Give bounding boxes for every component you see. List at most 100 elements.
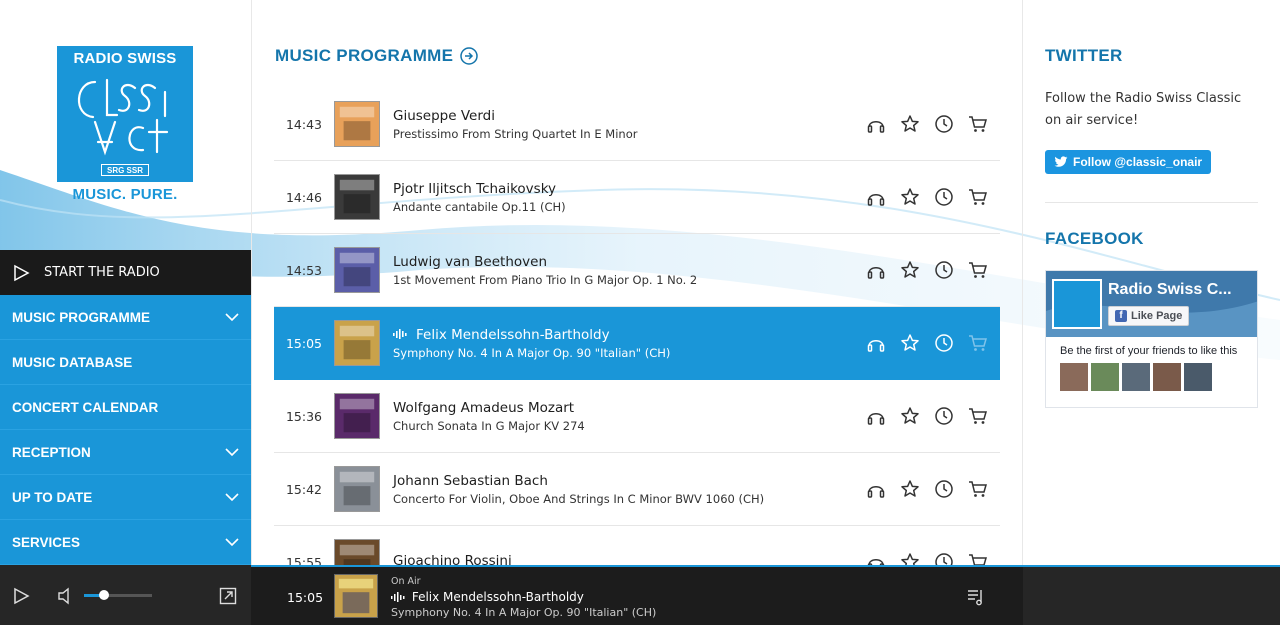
- track-row[interactable]: 14:46 Pjotr Iljitsch Tchaikovsky Andante…: [274, 161, 1000, 234]
- track-composer: Wolfgang Amadeus Mozart: [393, 400, 866, 416]
- track-info: Johann Sebastian Bach Concerto For Violi…: [393, 473, 866, 506]
- arrow-right-circle-icon: [460, 47, 479, 65]
- album-cover[interactable]: [334, 466, 380, 512]
- track-composer: Pjotr Iljitsch Tchaikovsky: [393, 181, 866, 197]
- nav-item-concert-calendar[interactable]: CONCERT CALENDAR: [0, 385, 251, 430]
- track-composer: Gioachino Rossini: [393, 553, 866, 566]
- album-cover[interactable]: [334, 101, 380, 147]
- headphones-icon[interactable]: [866, 552, 886, 565]
- track-composer-text: Wolfgang Amadeus Mozart: [393, 399, 575, 416]
- clock-icon[interactable]: [934, 479, 954, 499]
- cart-icon[interactable]: [968, 114, 988, 134]
- star-icon[interactable]: [900, 406, 920, 426]
- clock-icon[interactable]: [934, 260, 954, 280]
- play-icon[interactable]: [12, 587, 30, 605]
- clock-icon[interactable]: [934, 187, 954, 207]
- track-actions: [866, 406, 988, 426]
- headphones-icon[interactable]: [866, 406, 886, 426]
- main-nav: MUSIC PROGRAMME MUSIC DATABASE CONCERT C…: [0, 295, 251, 565]
- star-icon[interactable]: [900, 187, 920, 207]
- volume-slider-knob[interactable]: [99, 590, 110, 600]
- facebook-title: FACEBOOK: [1045, 229, 1144, 248]
- album-cover[interactable]: [334, 247, 380, 293]
- headphones-icon[interactable]: [866, 479, 886, 499]
- track-actions: [866, 552, 988, 565]
- track-row[interactable]: 15:05 Felix Mendelssohn-Bartholdy Sympho…: [274, 307, 1000, 380]
- popout-player-icon[interactable]: [219, 587, 237, 605]
- clock-icon[interactable]: [934, 114, 954, 134]
- clock-icon[interactable]: [934, 333, 954, 353]
- programme-title[interactable]: MUSIC PROGRAMME: [275, 46, 479, 66]
- cart-icon[interactable]: [968, 260, 988, 280]
- volume-slider[interactable]: [84, 590, 152, 600]
- facebook-page-avatar[interactable]: [1052, 279, 1102, 329]
- audio-player-bar: 15:05 On Air Felix Mendelssohn-Bartholdy…: [0, 565, 1280, 625]
- star-icon[interactable]: [900, 114, 920, 134]
- album-cover[interactable]: [334, 393, 380, 439]
- track-row[interactable]: 15:42 Johann Sebastian Bach Concerto For…: [274, 453, 1000, 526]
- facebook-f-icon: f: [1115, 310, 1127, 322]
- clock-icon[interactable]: [934, 552, 954, 565]
- facebook-face-avatar[interactable]: [1184, 363, 1212, 391]
- track-actions: [866, 114, 988, 134]
- chevron-down-icon: [225, 448, 239, 457]
- volume-icon[interactable]: [57, 587, 75, 605]
- track-row[interactable]: 15:55 Gioachino Rossini: [274, 526, 1000, 565]
- track-work: Andante cantabile Op.11 (CH): [393, 199, 566, 214]
- track-row[interactable]: 14:53 Ludwig van Beethoven 1st Movement …: [274, 234, 1000, 307]
- track-composer: Felix Mendelssohn-Bartholdy: [393, 327, 866, 343]
- player-controls: [0, 565, 251, 625]
- now-playing-time: 15:05: [287, 590, 324, 605]
- star-icon[interactable]: [900, 260, 920, 280]
- site-logo[interactable]: RADIO SWISS SRG SSR: [57, 46, 193, 182]
- headphones-icon[interactable]: [866, 114, 886, 134]
- headphones-icon[interactable]: [866, 187, 886, 207]
- star-icon[interactable]: [900, 479, 920, 499]
- track-time: 14:53: [285, 262, 323, 278]
- track-row[interactable]: 14:43 Giuseppe Verdi Prestissimo From St…: [274, 88, 1000, 161]
- start-radio-button[interactable]: START THE RADIO: [0, 250, 251, 295]
- equalizer-icon: [393, 328, 407, 339]
- track-composer-text: Felix Mendelssohn-Bartholdy: [416, 326, 610, 343]
- facebook-face-avatar[interactable]: [1060, 363, 1088, 391]
- headphones-icon[interactable]: [866, 333, 886, 353]
- facebook-face-avatar[interactable]: [1153, 363, 1181, 391]
- facebook-face-avatar[interactable]: [1122, 363, 1150, 391]
- cart-icon[interactable]: [968, 406, 988, 426]
- star-icon[interactable]: [900, 552, 920, 565]
- cart-icon[interactable]: [968, 333, 988, 353]
- track-composer-text: Ludwig van Beethoven: [393, 253, 548, 270]
- facebook-like-label: Like Page: [1131, 310, 1183, 322]
- playlist-icon[interactable]: [966, 587, 986, 607]
- album-cover[interactable]: [334, 320, 380, 366]
- cart-icon[interactable]: [968, 479, 988, 499]
- on-air-label: On Air: [391, 576, 421, 587]
- nav-item-up-to-date[interactable]: UP TO DATE: [0, 475, 251, 520]
- chevron-down-icon: [225, 538, 239, 547]
- nav-item-music-programme[interactable]: MUSIC PROGRAMME: [0, 295, 251, 340]
- facebook-like-button[interactable]: f Like Page: [1108, 306, 1190, 326]
- album-cover[interactable]: [334, 174, 380, 220]
- track-work: 1st Movement From Piano Trio In G Major …: [393, 272, 698, 287]
- nav-item-reception[interactable]: RECEPTION: [0, 430, 251, 475]
- nav-item-services[interactable]: SERVICES: [0, 520, 251, 565]
- cart-icon[interactable]: [968, 552, 988, 565]
- nav-item-music-database[interactable]: MUSIC DATABASE: [0, 340, 251, 385]
- twitter-follow-button[interactable]: Follow @classic_onair: [1045, 150, 1212, 174]
- left-sidebar: RADIO SWISS SRG SSR MUSIC. PURE. START T…: [0, 0, 251, 565]
- facebook-page-name[interactable]: Radio Swiss C...: [1108, 281, 1232, 299]
- headphones-icon[interactable]: [866, 260, 886, 280]
- track-row[interactable]: 15:36 Wolfgang Amadeus Mozart Church Son…: [274, 380, 1000, 453]
- track-list: 14:43 Giuseppe Verdi Prestissimo From St…: [274, 88, 1000, 565]
- clock-icon[interactable]: [934, 406, 954, 426]
- facebook-header[interactable]: Radio Swiss C... f Like Page: [1046, 271, 1257, 337]
- play-icon: [14, 264, 30, 281]
- album-cover[interactable]: [334, 539, 380, 565]
- cart-icon[interactable]: [968, 187, 988, 207]
- chevron-down-icon: [225, 313, 239, 322]
- nav-item-label: MUSIC PROGRAMME: [12, 309, 150, 325]
- facebook-face-avatar[interactable]: [1091, 363, 1119, 391]
- track-info: Ludwig van Beethoven 1st Movement From P…: [393, 254, 866, 287]
- star-icon[interactable]: [900, 333, 920, 353]
- twitter-title: TWITTER: [1045, 46, 1123, 65]
